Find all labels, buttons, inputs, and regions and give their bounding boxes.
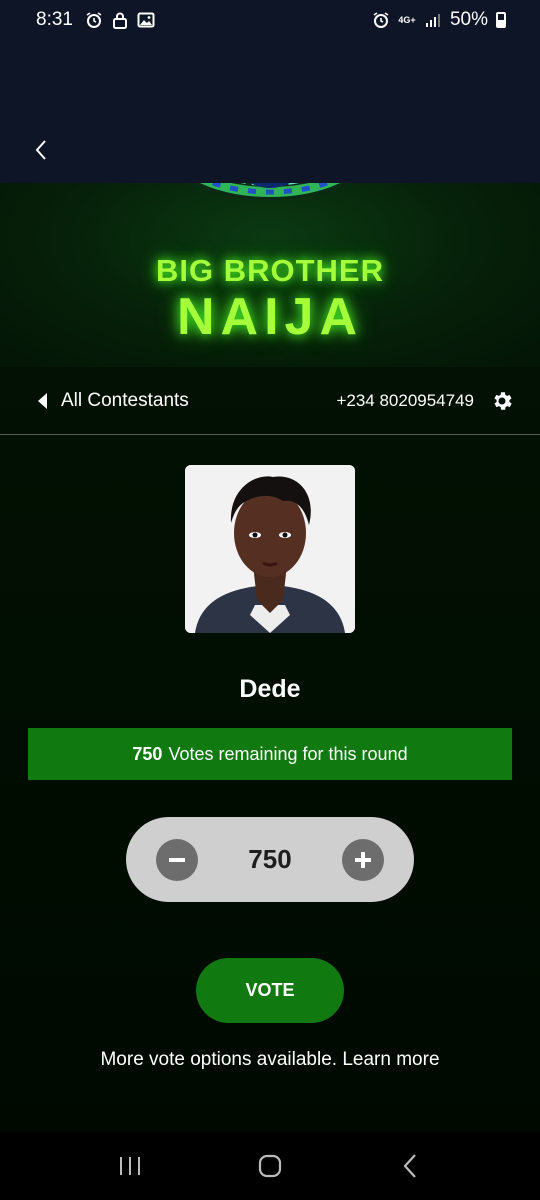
- all-contestants-link[interactable]: All Contestants: [38, 390, 189, 412]
- home-button[interactable]: [250, 1146, 290, 1186]
- contestant-portrait: [185, 465, 355, 633]
- votes-remaining-bar: 750 Votes remaining for this round: [28, 728, 512, 780]
- vote-button[interactable]: VOTE: [196, 958, 344, 1023]
- alarm-icon: [85, 11, 103, 29]
- vote-quantity-value[interactable]: 750: [248, 844, 291, 875]
- minus-icon: [169, 857, 185, 862]
- banner-title-line1: BIG BROTHER: [156, 253, 384, 288]
- bbnaija-banner: BIG BROTHER NAIJA: [0, 183, 540, 367]
- vote-quantity-stepper: 750: [126, 817, 414, 902]
- learn-more-link[interactable]: Learn more: [342, 1049, 439, 1070]
- recents-button[interactable]: [110, 1146, 150, 1186]
- alarm-icon: [372, 11, 390, 29]
- network-4g-icon: 4G+: [398, 14, 416, 25]
- system-nav-bar: [0, 1132, 540, 1200]
- signal-icon: [424, 11, 442, 29]
- more-vote-options-text: More vote options available.: [100, 1049, 338, 1070]
- recents-icon: [120, 1157, 140, 1175]
- battery-icon: [496, 12, 506, 28]
- all-contestants-label: All Contestants: [61, 389, 189, 411]
- caret-left-icon: [38, 392, 47, 409]
- votes-remaining-count: 750: [132, 743, 163, 764]
- phone-number: +234 8020954749: [336, 390, 474, 410]
- contestant-nav-row: All Contestants +234 8020954749: [0, 367, 540, 435]
- banner-title-line2: NAIJA: [176, 288, 364, 346]
- eye-logo-icon: [190, 183, 350, 200]
- lock-icon: [111, 11, 129, 29]
- status-right: 4G+ 50%: [372, 9, 506, 31]
- system-back-button[interactable]: [390, 1146, 430, 1186]
- gear-icon[interactable]: [490, 389, 514, 413]
- plus-icon: [354, 851, 371, 868]
- battery-percent: 50%: [449, 9, 488, 30]
- increment-button[interactable]: [341, 838, 384, 881]
- status-bar: 8:31 4G+ 50%: [0, 0, 540, 40]
- app-header: [0, 40, 540, 183]
- decrement-button[interactable]: [156, 838, 198, 881]
- vote-screen: All Contestants +234 8020954749 Dede 750…: [0, 367, 540, 1132]
- more-vote-options: More vote options available. Learn more: [0, 1049, 540, 1071]
- status-left: 8:31: [36, 9, 155, 31]
- image-icon: [137, 11, 155, 29]
- home-icon: [258, 1154, 282, 1178]
- status-time: 8:31: [36, 9, 73, 30]
- contestant-name: Dede: [239, 675, 301, 703]
- back-icon: [403, 1154, 416, 1178]
- chevron-left-icon: [35, 140, 46, 160]
- votes-remaining-text: Votes remaining for this round: [168, 743, 408, 764]
- back-button[interactable]: [26, 135, 56, 165]
- contestant-photo: [185, 465, 355, 633]
